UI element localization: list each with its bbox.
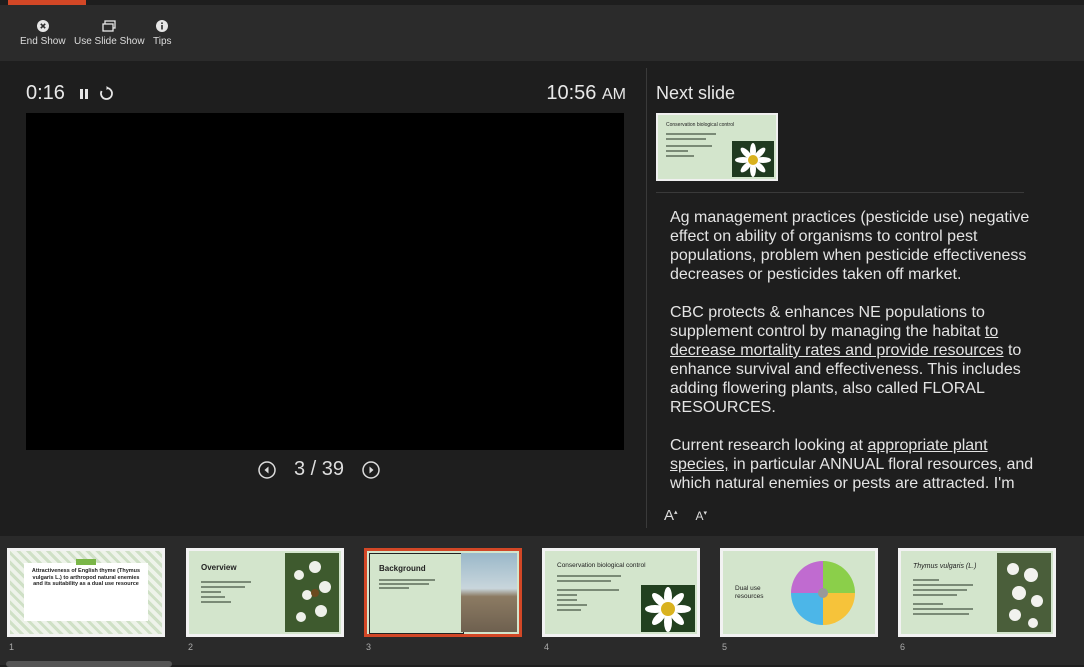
thumb-text-line <box>666 155 694 157</box>
end-show-button[interactable]: End Show <box>20 19 66 47</box>
tips-button[interactable]: Tips <box>153 19 172 47</box>
thumb-text-line <box>913 584 973 586</box>
end-show-label: End Show <box>20 36 66 47</box>
clock-time: 10:56 <box>546 82 597 104</box>
slideshow-icon <box>102 19 116 33</box>
next-slide-label: Next slide <box>656 83 736 103</box>
notes-paragraph-1: Ag management practices (pesticide use) … <box>670 209 1030 283</box>
presenter-toolbar: End Show Use Slide Show Tips <box>0 5 1084 61</box>
notes-text: CBC protects & enhances NE populations t… <box>670 304 985 340</box>
use-slide-show-button[interactable]: Use Slide Show <box>74 19 145 47</box>
next-slide-thumb-title: Conservation biological control <box>666 122 735 128</box>
slide-number-2: 2 <box>188 642 194 652</box>
thumb-text-line <box>201 581 251 583</box>
thumb-text-line <box>913 579 939 581</box>
slide-6-title: Thymus vulgaris (L.) <box>913 563 977 570</box>
notes-paragraph-3: Current research looking at appropriate … <box>670 436 1042 493</box>
notes-text: Current research looking at <box>670 437 863 454</box>
thumb-text-line <box>913 608 973 610</box>
thyme-flower-photo <box>997 553 1051 632</box>
thumb-text-line <box>666 145 712 147</box>
slide-number-1: 1 <box>9 642 15 652</box>
thumb-text-line <box>201 591 221 593</box>
clock-ampm: AM <box>602 86 626 103</box>
thumb-text-line <box>201 586 245 588</box>
slide-thumbnail-4[interactable]: Conservation biological control <box>542 548 700 637</box>
close-circle-icon <box>36 19 49 33</box>
thumbnail-scrollbar[interactable] <box>6 661 172 667</box>
thumb-text-line <box>379 579 435 581</box>
thumb-text-line <box>201 601 231 603</box>
slide-thumbnail-5[interactable]: Dual use resources <box>720 548 878 637</box>
slide-number-4: 4 <box>544 642 550 652</box>
increase-font-button[interactable]: A▴ <box>664 507 678 524</box>
thumb-text-line <box>557 599 577 601</box>
notes-font-controls: A▴ A▾ <box>664 507 707 524</box>
slide-navigation: 3 / 39 <box>258 458 380 481</box>
slide-counter: 3 / 39 <box>294 458 345 480</box>
thumb-text-line <box>557 604 587 606</box>
panel-divider <box>646 68 647 528</box>
next-slide-icon[interactable] <box>362 460 380 479</box>
slide-number-6: 6 <box>900 642 906 652</box>
daisy-photo <box>732 141 774 177</box>
thumb-text-line <box>557 575 621 577</box>
slide-5-title: Dual use resources <box>735 585 764 600</box>
thumb-text-line <box>379 583 429 585</box>
thumb-text-line <box>913 589 967 591</box>
thumb-text-line <box>557 589 619 591</box>
use-slide-show-label: Use Slide Show <box>74 36 145 47</box>
slide-thumbnail-2[interactable]: Overview <box>186 548 344 637</box>
decrease-font-button[interactable]: A▾ <box>696 509 708 524</box>
info-icon <box>156 19 169 33</box>
previous-slide-icon[interactable] <box>258 460 276 479</box>
dual-use-diagram <box>791 561 855 625</box>
slide-2-title: Overview <box>201 563 237 572</box>
thumb-text-line <box>913 603 943 605</box>
thumb-text-line <box>666 138 706 140</box>
elapsed-timer: 0:16 <box>26 82 114 105</box>
elapsed-time: 0:16 <box>26 82 65 104</box>
slide-1-title: Attractiveness of English thyme (Thymus … <box>31 568 141 588</box>
thumb-text-line <box>201 596 225 598</box>
increase-font-label: A <box>664 507 675 524</box>
slide-thumbnail-strip: Attractiveness of English thyme (Thymus … <box>0 536 1084 665</box>
daisy-photo <box>641 585 695 632</box>
thyme-flower-photo <box>285 553 339 632</box>
slide-4-title: Conservation biological control <box>557 562 646 569</box>
reset-timer-icon[interactable] <box>99 86 114 101</box>
slide-thumbnail-6[interactable]: Thymus vulgaris (L.) <box>898 548 1056 637</box>
current-time: 10:56 AM <box>546 82 626 105</box>
field-photo <box>461 553 517 632</box>
speaker-notes[interactable]: Ag management practices (pesticide use) … <box>670 208 1042 500</box>
pause-icon[interactable] <box>79 88 89 100</box>
slide-3-title: Background <box>379 564 426 573</box>
slide-number-3: 3 <box>366 642 372 652</box>
slide-thumbnail-3[interactable]: Background <box>364 548 522 637</box>
notes-paragraph-2: CBC protects & enhances NE populations t… <box>670 303 1042 417</box>
current-slide-view[interactable] <box>26 113 624 450</box>
tips-label: Tips <box>153 36 172 47</box>
thumb-text-line <box>913 594 957 596</box>
thumb-text-line <box>913 613 969 615</box>
title-accent <box>76 559 96 565</box>
slide-thumbnail-1[interactable]: Attractiveness of English thyme (Thymus … <box>7 548 165 637</box>
decrease-font-label: A <box>695 509 704 523</box>
thumb-text-line <box>379 587 409 589</box>
thumb-text-line <box>557 580 611 582</box>
slide-number-5: 5 <box>722 642 728 652</box>
next-slide-thumbnail[interactable]: Conservation biological control <box>656 113 778 181</box>
thumb-text-line <box>557 609 581 611</box>
thumb-text-line <box>666 133 716 135</box>
thumb-text-line <box>557 594 577 596</box>
thumb-text-line <box>666 150 688 152</box>
notes-separator <box>656 192 1024 193</box>
